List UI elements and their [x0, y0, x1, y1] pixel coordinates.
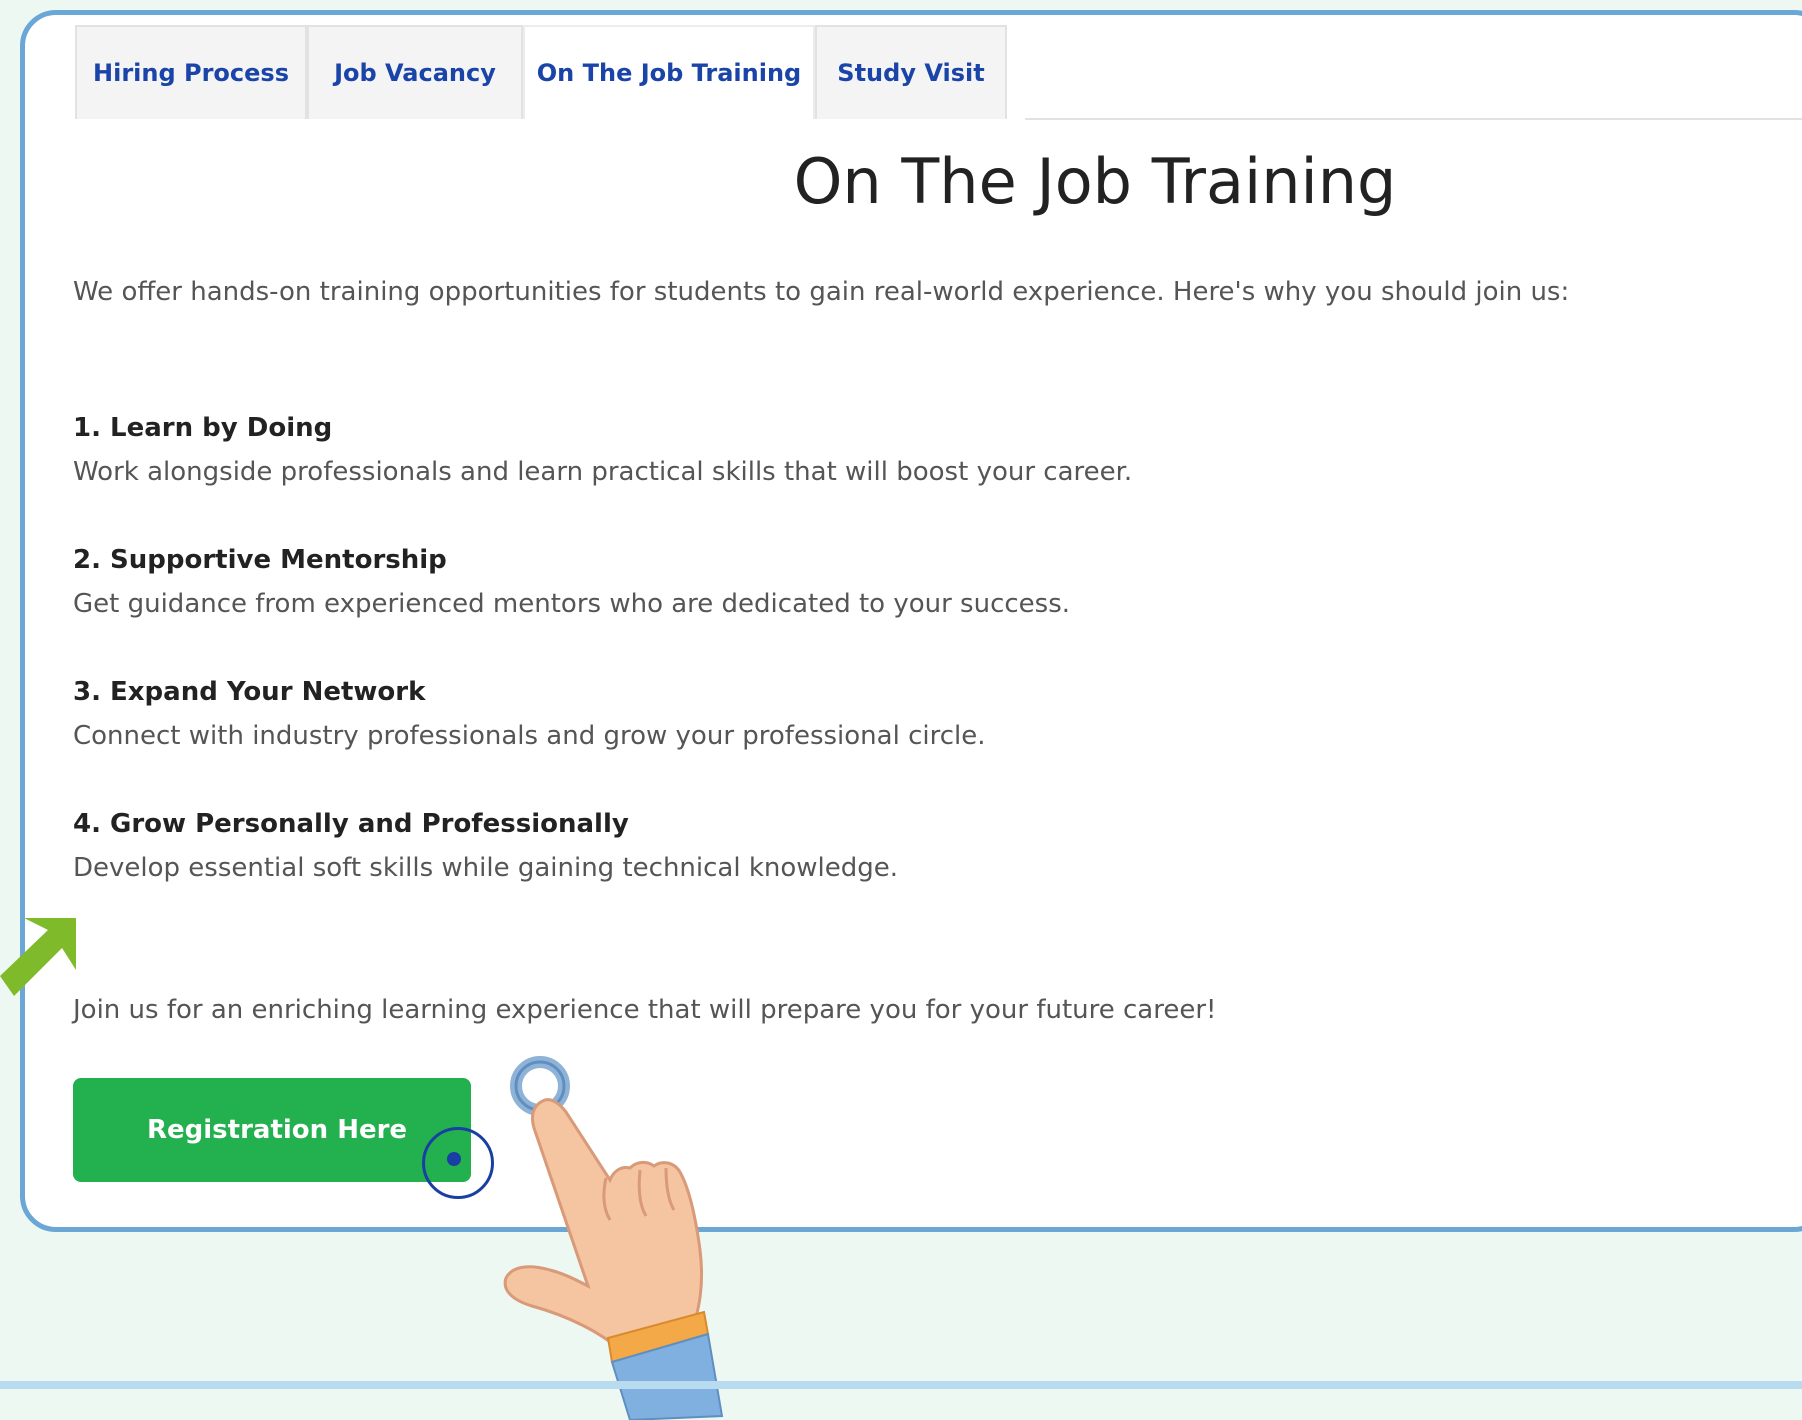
tab-divider: [1025, 118, 1802, 120]
benefit-description-3: Connect with industry professionals and …: [73, 721, 986, 751]
benefit-description-4: Develop essential soft skills while gain…: [73, 853, 899, 883]
intro-text: We offer hands-on training opportunities…: [73, 277, 1570, 307]
benefit-title-3: 3. Expand Your Network: [73, 677, 426, 707]
content-panel: Hiring Process Job Vacancy On The Job Tr…: [20, 10, 1802, 1232]
registration-button[interactable]: Registration Here: [73, 1078, 471, 1182]
green-arrow-icon: [0, 918, 76, 996]
tab-study-visit[interactable]: Study Visit: [815, 25, 1007, 119]
bottom-divider: [0, 1381, 1802, 1389]
tab-on-the-job-training[interactable]: On The Job Training: [523, 25, 815, 119]
click-dot-icon: [447, 1152, 461, 1166]
benefit-description-2: Get guidance from experienced mentors wh…: [73, 589, 1071, 619]
tab-hiring-process[interactable]: Hiring Process: [75, 25, 307, 119]
page-title: On The Job Training: [793, 145, 1397, 218]
benefit-title-4: 4. Grow Personally and Professionally: [73, 809, 629, 839]
benefit-title-1: 1. Learn by Doing: [73, 413, 333, 443]
tab-job-vacancy[interactable]: Job Vacancy: [307, 25, 523, 119]
benefit-description-1: Work alongside professionals and learn p…: [73, 457, 1133, 487]
click-ring-icon: [422, 1127, 494, 1199]
tab-bar: Hiring Process Job Vacancy On The Job Tr…: [75, 25, 1007, 119]
pointing-hand-icon: [503, 1056, 724, 1420]
outro-text: Join us for an enriching learning experi…: [73, 995, 1217, 1025]
benefit-title-2: 2. Supportive Mentorship: [73, 545, 447, 575]
